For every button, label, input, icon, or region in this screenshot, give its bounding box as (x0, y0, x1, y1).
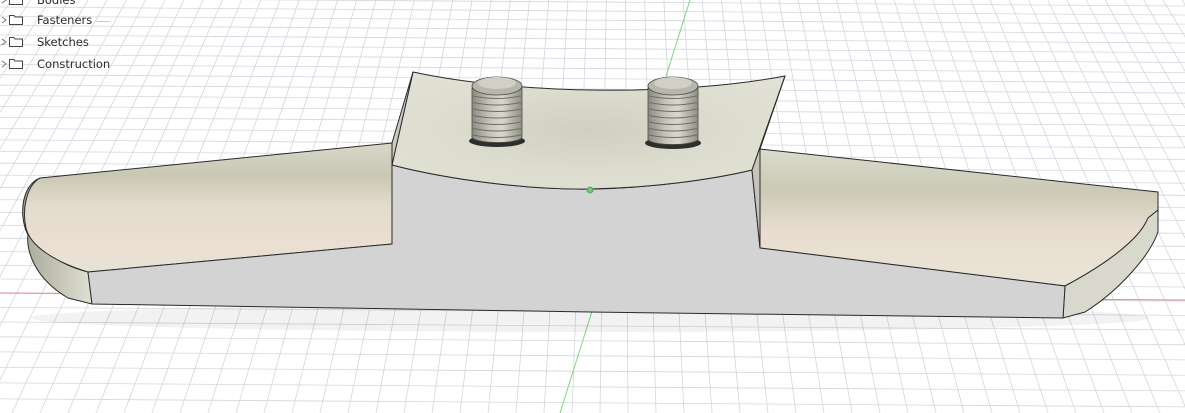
expand-arrow-icon[interactable] (0, 54, 8, 74)
bolt-left (469, 76, 525, 147)
origin-point (586, 186, 594, 194)
folder-icon (9, 14, 23, 25)
browser-item-bodies[interactable]: Bodies (0, 0, 200, 10)
expand-arrow-icon[interactable] (0, 32, 8, 52)
browser-item-sketches[interactable]: Sketches (0, 32, 200, 52)
expand-arrow-icon[interactable] (0, 10, 8, 30)
browser-item-label: Bodies (37, 0, 76, 7)
folder-icon (9, 0, 23, 5)
browser-item-fasteners[interactable]: Fasteners (0, 10, 200, 30)
browser-item-label: Sketches (37, 35, 89, 49)
browser-panel: Bodies Fasteners Sketches Construction (0, 0, 200, 80)
tree-connector (96, 21, 110, 22)
expand-arrow-icon[interactable] (0, 0, 8, 10)
model-body (22, 71, 1159, 332)
bolt-right (645, 76, 701, 149)
browser-item-label: Construction (37, 57, 111, 71)
center-block-top (391, 71, 786, 190)
folder-icon (9, 58, 23, 69)
browser-item-construction[interactable]: Construction (0, 54, 200, 74)
browser-item-label: Fasteners (37, 13, 93, 27)
folder-icon (9, 36, 23, 47)
